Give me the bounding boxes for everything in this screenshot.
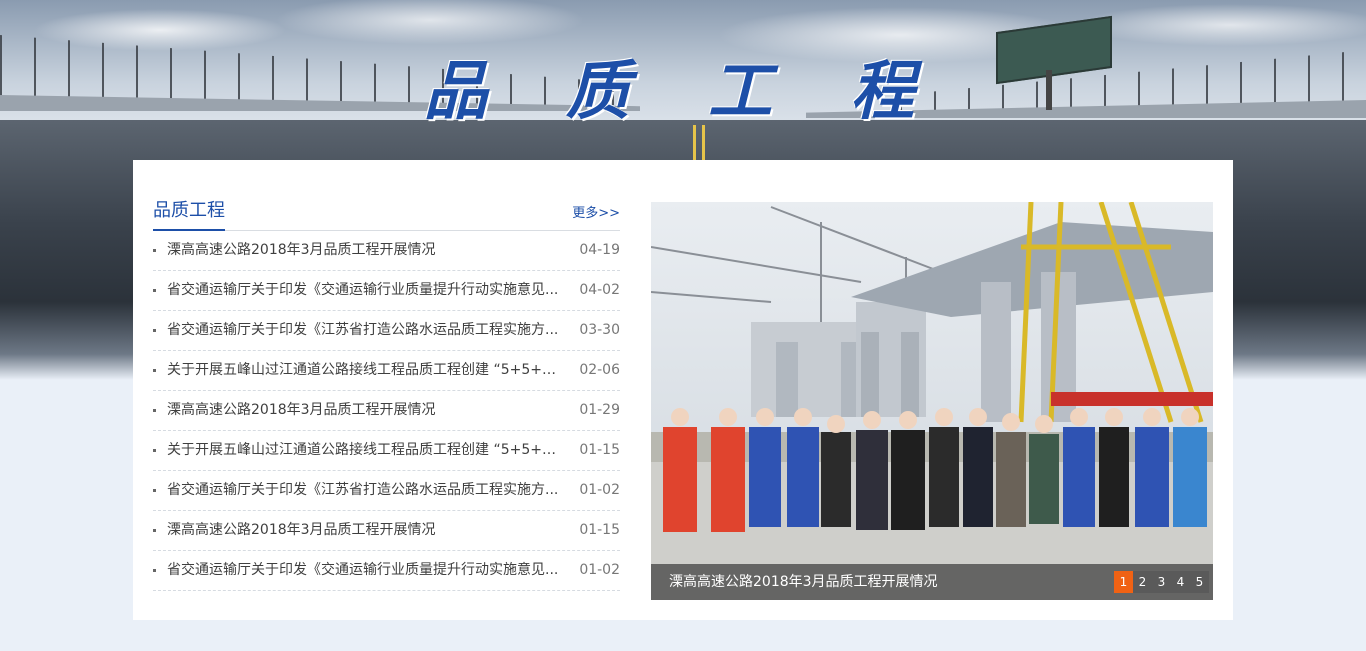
bullet-icon (153, 489, 156, 492)
list-item[interactable]: 溧高高速公路2018年3月品质工程开展情况 04-19 (153, 231, 620, 271)
slide-page-button[interactable]: 4 (1171, 571, 1190, 593)
bullet-icon (153, 329, 156, 332)
more-link[interactable]: 更多>> (572, 202, 620, 221)
slide-page-button[interactable]: 5 (1190, 571, 1209, 593)
list-item[interactable]: 省交通运输厅关于印发《江苏省打造公路水运品质工程实施方... 01-02 (153, 471, 620, 511)
news-title[interactable]: 溧高高速公路2018年3月品质工程开展情况 (167, 391, 562, 430)
slide-photo[interactable] (651, 202, 1213, 600)
news-title[interactable]: 省交通运输厅关于印发《交通运输行业质量提升行动实施意见... (167, 551, 562, 590)
news-list: 溧高高速公路2018年3月品质工程开展情况 04-19 省交通运输厅关于印发《交… (153, 231, 620, 591)
news-title[interactable]: 关于开展五峰山过江通道公路接线工程品质工程创建 “5+5+5... (167, 431, 562, 470)
bullet-icon (153, 249, 156, 252)
slide-caption[interactable]: 溧高高速公路2018年3月品质工程开展情况 (669, 564, 938, 600)
news-title[interactable]: 关于开展五峰山过江通道公路接线工程品质工程创建 “5+5+5... (167, 351, 562, 390)
bullet-icon (153, 409, 156, 412)
list-item[interactable]: 省交通运输厅关于印发《江苏省打造公路水运品质工程实施方... 03-30 (153, 311, 620, 351)
list-item[interactable]: 关于开展五峰山过江通道公路接线工程品质工程创建 “5+5+5... 01-15 (153, 431, 620, 471)
slide-page-button[interactable]: 2 (1133, 571, 1152, 593)
bullet-icon (153, 569, 156, 572)
section-title: 品质工程 (153, 198, 225, 231)
news-title[interactable]: 省交通运输厅关于印发《江苏省打造公路水运品质工程实施方... (167, 471, 562, 510)
slide-pagination: 1 2 3 4 5 (1114, 571, 1209, 593)
news-date: 01-15 (579, 522, 620, 538)
news-date: 01-29 (579, 402, 620, 418)
content-panel: 品质工程 更多>> 溧高高速公路2018年3月品质工程开展情况 04-19 省交… (133, 160, 1233, 620)
news-title[interactable]: 溧高高速公路2018年3月品质工程开展情况 (167, 511, 562, 550)
news-date: 01-02 (579, 562, 620, 578)
slide-page-button[interactable]: 3 (1152, 571, 1171, 593)
news-title[interactable]: 省交通运输厅关于印发《江苏省打造公路水运品质工程实施方... (167, 311, 562, 350)
list-item[interactable]: 溧高高速公路2018年3月品质工程开展情况 01-15 (153, 511, 620, 551)
news-date: 01-15 (579, 442, 620, 458)
news-column: 品质工程 更多>> 溧高高速公路2018年3月品质工程开展情况 04-19 省交… (153, 198, 620, 591)
slide-page-button[interactable]: 1 (1114, 571, 1133, 593)
news-date: 03-30 (579, 322, 620, 338)
news-date: 01-02 (579, 482, 620, 498)
news-date: 04-02 (579, 282, 620, 298)
list-item[interactable]: 关于开展五峰山过江通道公路接线工程品质工程创建 “5+5+5... 02-06 (153, 351, 620, 391)
news-date: 04-19 (579, 242, 620, 258)
news-date: 02-06 (579, 362, 620, 378)
image-slider[interactable]: 溧高高速公路2018年3月品质工程开展情况 1 2 3 4 5 (651, 202, 1213, 600)
list-item[interactable]: 省交通运输厅关于印发《交通运输行业质量提升行动实施意见... 04-02 (153, 271, 620, 311)
slide-caption-bar: 溧高高速公路2018年3月品质工程开展情况 1 2 3 4 5 (651, 564, 1213, 600)
list-item[interactable]: 溧高高速公路2018年3月品质工程开展情况 01-29 (153, 391, 620, 431)
bullet-icon (153, 289, 156, 292)
section-header: 品质工程 更多>> (153, 198, 620, 231)
bullet-icon (153, 369, 156, 372)
bullet-icon (153, 529, 156, 532)
news-title[interactable]: 省交通运输厅关于印发《交通运输行业质量提升行动实施意见... (167, 271, 562, 310)
list-item[interactable]: 省交通运输厅关于印发《交通运输行业质量提升行动实施意见... 01-02 (153, 551, 620, 591)
banner-title: 品 质 工 程 (423, 54, 943, 129)
bullet-icon (153, 449, 156, 452)
news-title[interactable]: 溧高高速公路2018年3月品质工程开展情况 (167, 231, 562, 270)
